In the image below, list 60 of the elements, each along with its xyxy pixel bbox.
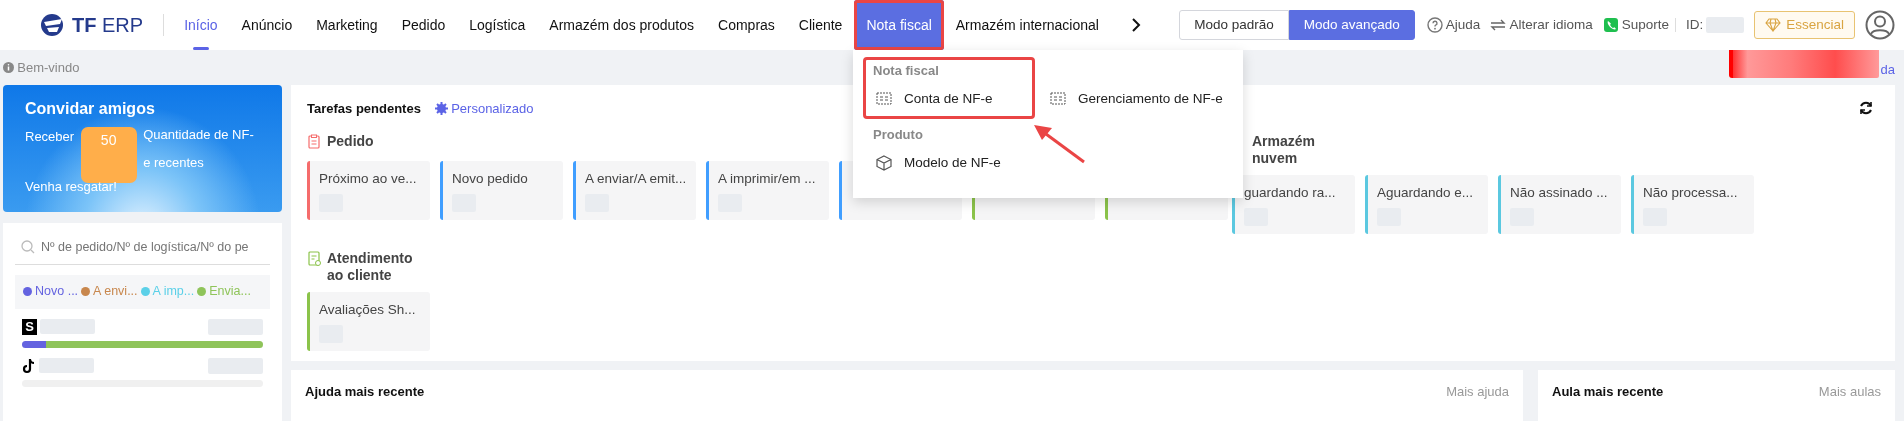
menu-section-title: Nota fiscal xyxy=(872,62,940,80)
nav-tab[interactable]: Anúncio xyxy=(229,0,305,50)
top-link[interactable]: Suporte xyxy=(1621,14,1669,36)
amount-badge: 50 xyxy=(80,127,137,183)
menu-item[interactable]: Conta de NF-e xyxy=(866,82,1032,116)
nav-tab[interactable]: Marketing xyxy=(304,0,390,50)
invite-banner[interactable]: Convidar amigos Receber 50 Quantidade de NF-e recentes Venha resgatar! xyxy=(3,85,282,212)
nav-tab[interactable]: Logística xyxy=(457,0,538,50)
menu-item[interactable]: Modelo de NF-e xyxy=(866,146,1032,180)
task-card[interactable]: A imprimir/em ... xyxy=(706,160,829,220)
nav-tab[interactable]: Pedido xyxy=(389,0,458,50)
group-title: Pedido xyxy=(327,132,374,150)
task-label: Novo pedido xyxy=(452,169,529,188)
top-link[interactable]: Alterar idioma xyxy=(1509,14,1593,36)
group-title: Armazém nuvem xyxy=(1252,132,1317,167)
nav-tab[interactable]: Armazém dos produtos xyxy=(537,0,707,50)
nav-tab[interactable]: Cliente xyxy=(786,0,855,50)
mode-button[interactable]: Modo padrão xyxy=(1179,9,1289,41)
invite-title: Convidar amigos xyxy=(25,99,156,119)
task-label: A imprimir/em ... xyxy=(718,169,817,188)
task-card[interactable]: A enviar/A emit... xyxy=(573,160,696,220)
task-card[interactable]: Novo pedido xyxy=(440,160,563,220)
task-card[interactable]: Aguardando e... xyxy=(1365,174,1488,234)
id-label: ID: xyxy=(1685,15,1704,34)
logo-text: TF ERP xyxy=(72,13,144,38)
task-card[interactable]: Não processa... xyxy=(1631,174,1754,234)
nav-tab[interactable]: Início xyxy=(172,0,230,50)
legend-label: Envia... xyxy=(209,283,251,301)
group-title: Atendimento ao cliente xyxy=(327,249,414,284)
task-label: Próximo ao ve... xyxy=(319,169,418,188)
panel-title: Ajuda mais recente xyxy=(305,383,425,401)
task-label: Aguardando e... xyxy=(1377,183,1475,202)
top-link[interactable]: Ajuda xyxy=(1445,14,1481,36)
task-card[interactable]: guardando ra... xyxy=(1232,174,1355,234)
customize-link[interactable]: Personalizado xyxy=(434,99,534,119)
menu-section-title: Produto xyxy=(872,126,924,144)
invite-text: Receber xyxy=(25,128,75,146)
card-title: Tarefas pendentes xyxy=(307,100,421,118)
search-field[interactable]: Nº de pedido/Nº de logística/Nº do pe xyxy=(15,233,270,265)
link[interactable]: da xyxy=(1880,60,1895,80)
nav-tab[interactable]: Compras xyxy=(706,0,787,50)
task-card[interactable]: Avaliações Sh... xyxy=(307,291,430,351)
task-card[interactable]: Não assinado ... xyxy=(1498,174,1621,234)
nav-tab[interactable]: Armazém internacional xyxy=(943,0,1111,50)
legend-label: A imp... xyxy=(152,283,195,301)
task-label: Avaliações Sh... xyxy=(319,300,417,319)
task-label: Não processa... xyxy=(1643,183,1739,202)
task-label: A enviar/A emit... xyxy=(585,169,687,188)
legend-label: Novo ... xyxy=(35,283,79,301)
task-label: Não assinado ... xyxy=(1510,183,1609,202)
welcome-text: Bem-vindo xyxy=(17,58,80,77)
panel-title: Aula mais recente xyxy=(1552,383,1664,401)
mode-button[interactable]: Modo avançado xyxy=(1288,9,1415,41)
task-label: guardando ra... xyxy=(1244,183,1337,202)
task-card[interactable]: Próximo ao ve... xyxy=(307,160,430,220)
invite-text: Quantidade de NF-e recentes xyxy=(143,126,255,172)
menu-item[interactable]: Gerenciamento de NF-e xyxy=(1040,82,1230,116)
legend-label: A envi... xyxy=(93,283,138,301)
store-logo: S xyxy=(22,318,37,335)
nav-tab[interactable]: Nota fiscal xyxy=(854,0,944,50)
